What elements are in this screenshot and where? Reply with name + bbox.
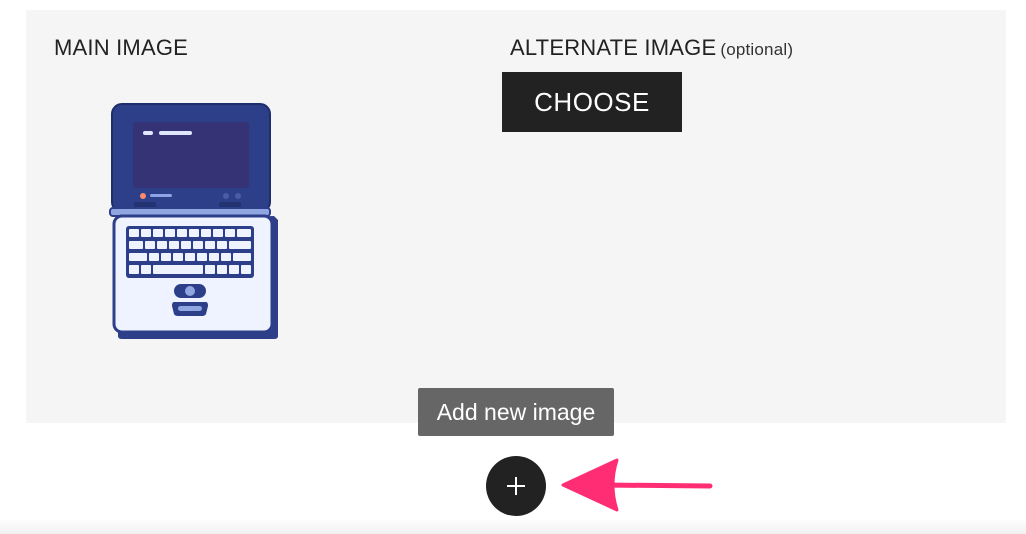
main-image-label: MAIN IMAGE [54,35,189,60]
arrow-left-icon [561,458,713,512]
choose-button-label: CHOOSE [534,86,650,117]
tooltip-text: Add new image [436,398,596,425]
alternate-image-label: ALTERNATE IMAGE [510,35,717,60]
plus-icon [507,477,525,495]
add-image-tooltip: Add new image [418,388,614,436]
optional-note: (optional) [720,40,794,59]
main-image-heading: MAIN IMAGE [54,35,188,61]
add-image-button[interactable] [486,456,546,516]
choose-button[interactable]: CHOOSE [502,72,682,132]
page-bottom-edge [0,518,1026,534]
laptop-icon[interactable] [106,96,282,346]
alternate-image-heading: ALTERNATE IMAGE (optional) [510,35,793,61]
